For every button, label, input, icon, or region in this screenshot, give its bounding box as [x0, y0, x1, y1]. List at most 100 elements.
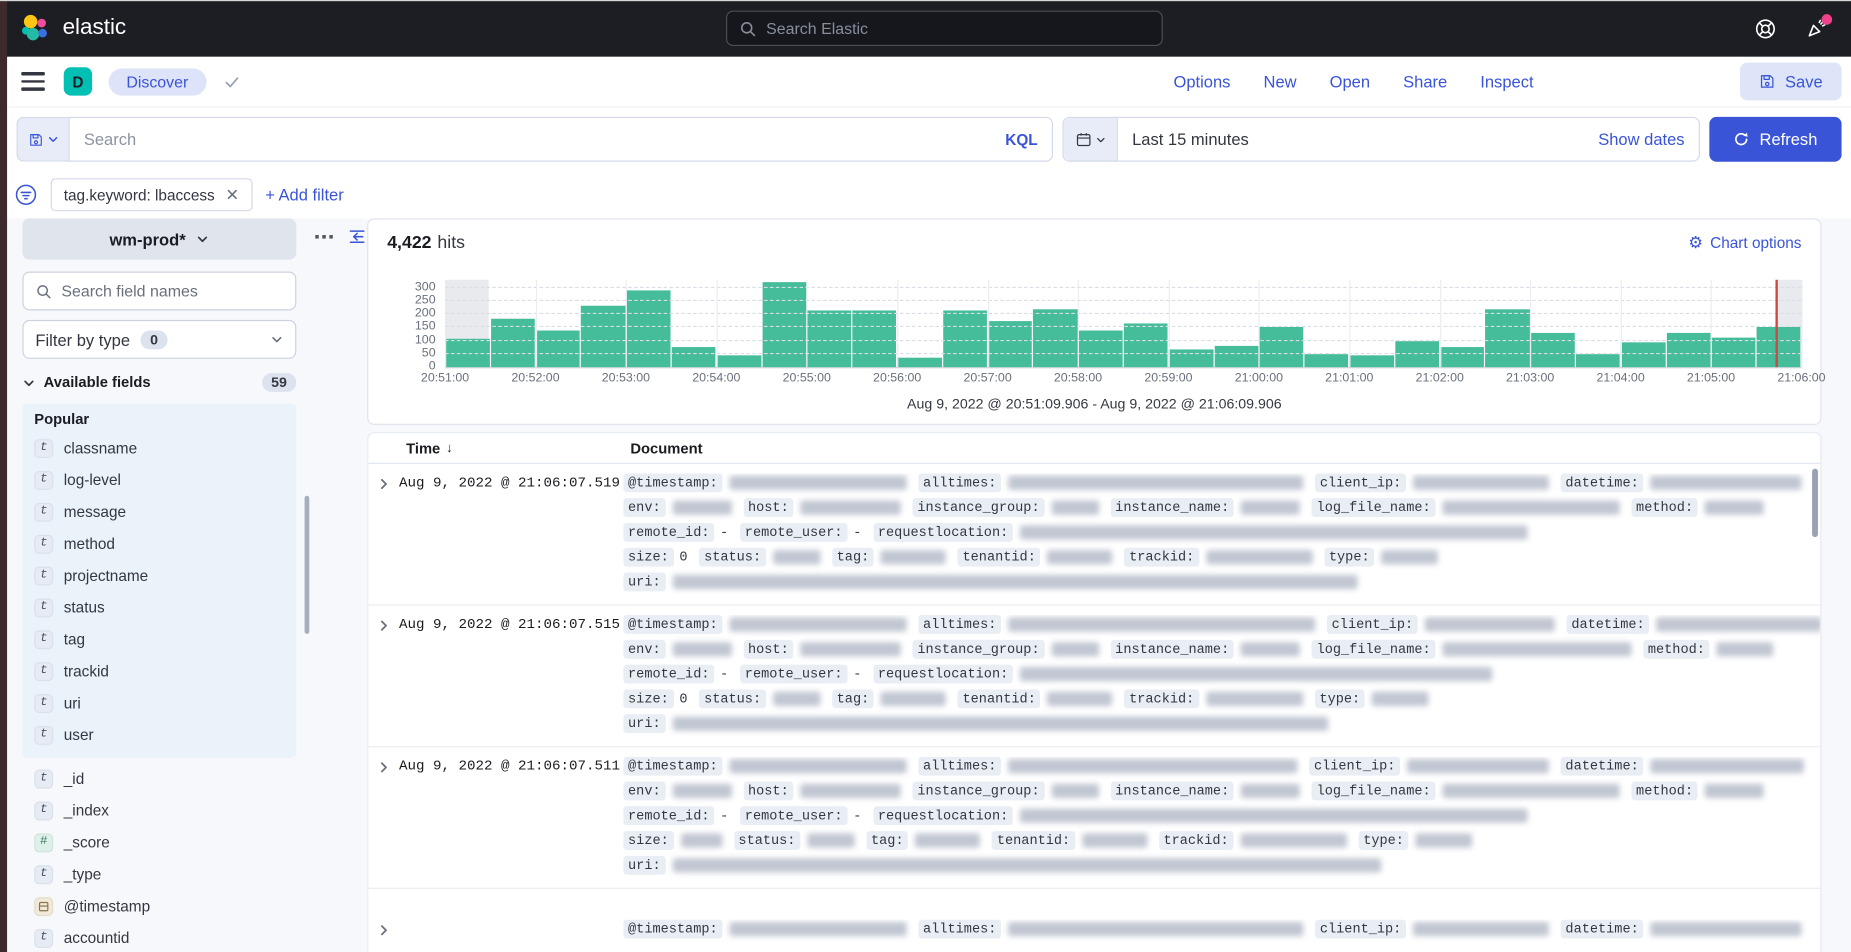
histogram-bar[interactable]: [1350, 355, 1394, 367]
field-type-icon: t: [34, 566, 53, 585]
chart-options-button[interactable]: ⚙ Chart options: [1688, 232, 1801, 252]
redacted-value: [1442, 642, 1631, 656]
new-button[interactable]: New: [1264, 72, 1297, 91]
options-button[interactable]: Options: [1173, 72, 1230, 91]
expand-row-button[interactable]: [368, 473, 399, 597]
histogram-bar[interactable]: [1395, 341, 1439, 367]
field-list-item[interactable]: t _id: [34, 763, 310, 795]
index-pattern-label: wm-prod*: [109, 230, 185, 249]
histogram-bar[interactable]: [762, 282, 806, 367]
field-list-item[interactable]: @timestamp: [34, 890, 310, 922]
histogram-bar[interactable]: [581, 306, 625, 367]
histogram-bar[interactable]: [1576, 354, 1620, 367]
query-bar: KQL Last 15 minutes Show dates Refresh: [0, 107, 1851, 171]
date-quick-select-button[interactable]: [1064, 118, 1118, 160]
redacted-value: [1717, 642, 1774, 656]
query-language-badge[interactable]: KQL: [1005, 130, 1037, 148]
doc-field-name: client_ip:: [1315, 473, 1406, 492]
field-list-item[interactable]: t uri: [34, 687, 296, 719]
close-icon[interactable]: ✕: [225, 185, 239, 205]
histogram-bar[interactable]: [1033, 309, 1077, 367]
index-pattern-switcher[interactable]: wm-prod*: [22, 218, 296, 259]
histogram-bar[interactable]: [1124, 323, 1168, 367]
newsfeed-icon[interactable]: [1805, 17, 1827, 39]
histogram-bar[interactable]: [1621, 342, 1665, 367]
field-list-item[interactable]: t log-level: [34, 464, 296, 496]
time-range-value[interactable]: Last 15 minutes: [1132, 130, 1249, 149]
filter-icon[interactable]: [14, 183, 38, 207]
redacted-value: [1651, 759, 1804, 773]
documents-table: Time ↓ Document Aug 9, 2022 @ 21:06:07.5…: [367, 432, 1821, 952]
query-input[interactable]: [84, 130, 1005, 149]
field-list-item[interactable]: t _index: [34, 794, 310, 826]
histogram-bar[interactable]: [1440, 347, 1484, 367]
doc-field-name: @timestamp:: [623, 473, 722, 492]
histogram-bar[interactable]: [536, 331, 580, 368]
field-list-item[interactable]: t user: [34, 719, 296, 751]
global-search-input[interactable]: [766, 19, 1150, 37]
histogram-bar[interactable]: [1079, 331, 1123, 368]
y-axis-tick: 100: [415, 332, 436, 346]
histogram-bar[interactable]: [1531, 333, 1575, 367]
histogram-bar[interactable]: [717, 355, 761, 367]
redacted-value: [1413, 476, 1549, 490]
chevron-down-icon: [1095, 134, 1106, 145]
add-filter-button[interactable]: + Add filter: [265, 185, 344, 204]
field-search-input[interactable]: [61, 282, 283, 300]
doc-field-name: trackid:: [1159, 831, 1234, 850]
field-list-item[interactable]: t tag: [34, 623, 296, 655]
field-list-item[interactable]: t status: [34, 591, 296, 623]
share-button[interactable]: Share: [1403, 72, 1447, 91]
open-button[interactable]: Open: [1330, 72, 1370, 91]
redacted-value: [729, 476, 906, 490]
saved-query-menu-button[interactable]: [17, 117, 69, 162]
histogram-bar[interactable]: [1214, 346, 1258, 367]
doc-field-name: uri:: [623, 856, 665, 875]
expand-row-button[interactable]: [368, 615, 399, 739]
show-dates-button[interactable]: Show dates: [1598, 130, 1684, 149]
field-list-item[interactable]: t method: [34, 528, 296, 560]
filter-pill[interactable]: tag.keyword: lbaccess ✕: [51, 178, 252, 211]
help-icon[interactable]: [1754, 17, 1776, 39]
sort-descending-icon[interactable]: ↓: [446, 441, 452, 455]
field-list-item[interactable]: # _score: [34, 826, 310, 858]
collapse-sidebar-icon[interactable]: [348, 228, 366, 246]
histogram-bar[interactable]: [1485, 309, 1529, 367]
redacted-value: [807, 833, 854, 847]
histogram-bar[interactable]: [626, 290, 670, 367]
histogram-bar[interactable]: [1757, 327, 1801, 367]
histogram-bar[interactable]: [1305, 354, 1349, 367]
expand-row-button[interactable]: [368, 920, 399, 945]
table-scrollbar[interactable]: [1812, 469, 1818, 537]
histogram-bar[interactable]: [1666, 333, 1710, 367]
save-button[interactable]: Save: [1740, 63, 1841, 101]
histogram-bar[interactable]: [672, 347, 716, 367]
breadcrumb[interactable]: Discover: [109, 68, 206, 95]
field-list-item[interactable]: t _type: [34, 858, 310, 890]
redacted-value: [1241, 784, 1300, 798]
elastic-logo[interactable]: elastic: [20, 13, 126, 44]
boxes-horizontal-icon[interactable]: [315, 234, 333, 240]
histogram-bar[interactable]: [988, 321, 1032, 367]
redacted-value: [1206, 550, 1312, 564]
filter-by-type-select[interactable]: Filter by type 0: [22, 320, 296, 359]
refresh-button[interactable]: Refresh: [1709, 117, 1841, 162]
global-search-box[interactable]: [726, 11, 1163, 46]
histogram-bar[interactable]: [898, 358, 942, 367]
x-axis-tick: 20:55:00: [783, 371, 831, 385]
field-list-item[interactable]: t trackid: [34, 655, 296, 687]
field-list-item[interactable]: t classname: [34, 432, 296, 464]
menu-icon[interactable]: [21, 72, 45, 90]
expand-row-button[interactable]: [368, 757, 399, 881]
field-list-item[interactable]: t projectname: [34, 560, 296, 592]
histogram-bar[interactable]: [1259, 327, 1303, 367]
sidebar-scrollbar[interactable]: [305, 496, 310, 634]
field-list-item[interactable]: t message: [34, 496, 296, 528]
field-list-item[interactable]: t accountid: [34, 922, 310, 952]
row-document: @timestamp:alltimes:client_ip:datetime:: [623, 920, 1820, 945]
time-column-header[interactable]: Time ↓: [406, 440, 630, 457]
doc-field-name: size:: [623, 689, 673, 708]
space-avatar[interactable]: D: [64, 67, 92, 95]
inspect-button[interactable]: Inspect: [1480, 72, 1533, 91]
available-fields-header[interactable]: Available fields 59: [22, 371, 296, 395]
